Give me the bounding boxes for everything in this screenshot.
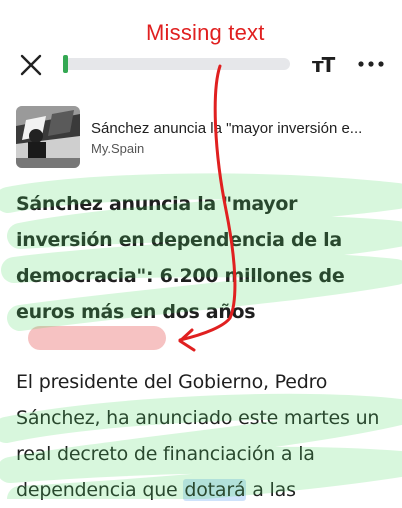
close-button[interactable] (18, 52, 44, 78)
annotation-missing-text-label: Missing text (146, 20, 265, 45)
text-size-icon: тT (312, 53, 335, 77)
body-text-part: a las (246, 479, 296, 501)
missing-text-placeholder (28, 326, 166, 350)
reader-toolbar: тT (0, 0, 402, 100)
more-options-button[interactable] (356, 50, 386, 78)
close-icon (20, 54, 42, 76)
reading-progress-fill (63, 55, 68, 73)
source-title: Sánchez anuncia la "mayor inversión e... (91, 120, 363, 137)
more-vert-icon (358, 61, 384, 67)
highlighted-word: dotará (183, 479, 247, 501)
reading-progress-bar (63, 55, 290, 73)
article-body: El presidente del Gobierno, Pedro Sánche… (16, 364, 396, 508)
source-card[interactable]: Sánchez anuncia la "mayor inversión e...… (14, 104, 394, 168)
source-thumbnail (16, 106, 80, 168)
source-site: My.Spain (91, 141, 145, 156)
text-size-button[interactable]: тT (310, 50, 338, 78)
article-headline: Sánchez anuncia la "mayor inversión en d… (16, 193, 345, 323)
